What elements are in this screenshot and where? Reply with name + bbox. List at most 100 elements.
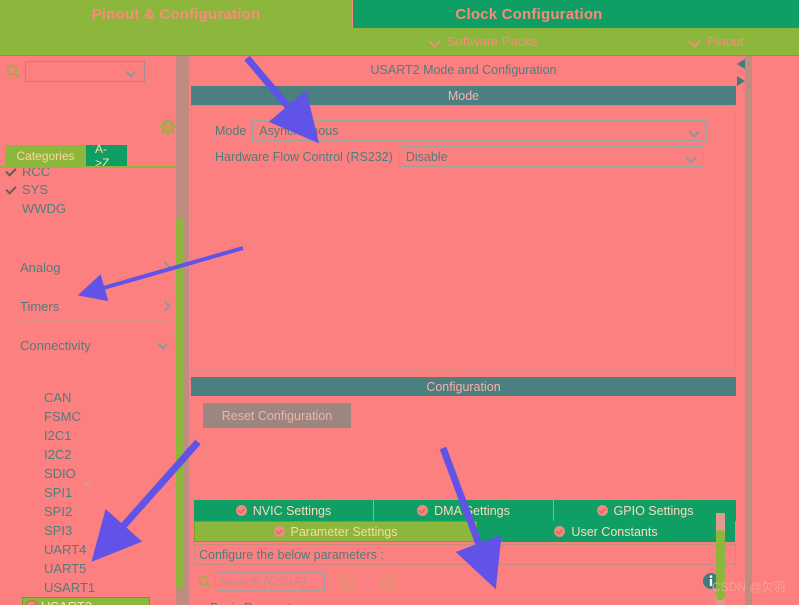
field-row-mode: Mode Asynchronous (215, 120, 708, 141)
check-circle-icon (596, 505, 608, 516)
peripheral-spi3[interactable]: SPI3 (25, 521, 155, 540)
tree-group-timers[interactable]: Timers (20, 292, 170, 321)
panel-title-label: USART2 Mode and Configuration (370, 63, 557, 77)
segment-categories[interactable]: Categories (5, 145, 86, 166)
peripheral-uart5-label: UART5 (44, 561, 87, 576)
peripheral-i2c1-label: I2C1 (44, 428, 72, 443)
peripheral-fsmc[interactable]: FSMC (25, 407, 155, 426)
tab-clock-configuration-label: Clock Configuration (455, 5, 603, 23)
main-tab-strip: Pinout & Configuration Clock Configurati… (0, 0, 799, 28)
mode-select-value: Asynchronous (259, 123, 339, 138)
search-combo-input[interactable] (25, 61, 145, 82)
parameter-group-basic-parameters[interactable]: Basic Parameters (194, 599, 736, 605)
hardware-flow-control-select[interactable]: Disable (398, 146, 704, 167)
reset-configuration-label: Reset Configuration (221, 408, 333, 423)
tab-nvic-settings-label: NVIC Settings (252, 503, 332, 518)
gear-icon[interactable] (159, 118, 177, 136)
peripheral-usart2-label: USART2 (41, 599, 92, 605)
collapse-right-arrow-icon[interactable] (736, 75, 746, 87)
chevron-right-circle-icon[interactable] (381, 574, 397, 590)
peripheral-i2c2-label: I2C2 (44, 447, 72, 462)
chevron-down-icon (690, 36, 701, 47)
peripheral-tree: RCC SYS WWDG Analog Timers Connectivity (0, 168, 180, 605)
check-icon (0, 168, 22, 177)
reset-configuration-button[interactable]: Reset Configuration (203, 403, 351, 428)
collapse-left-arrow-icon[interactable] (736, 58, 746, 70)
tab-dma-settings-label: DMA Settings (434, 503, 510, 518)
check-circle-icon (554, 526, 566, 537)
chevron-right-icon (160, 301, 170, 311)
peripheral-sdio[interactable]: SDIO (25, 464, 155, 483)
tab-dma-settings[interactable]: DMA Settings (374, 500, 554, 521)
mode-field-label: Mode (215, 123, 247, 138)
configuration-section-header: Configuration (191, 377, 736, 396)
tree-group-analog[interactable]: Analog (20, 253, 170, 282)
mode-select[interactable]: Asynchronous (252, 120, 708, 141)
tab-parameter-settings[interactable]: Parameter Settings (194, 521, 477, 542)
peripheral-tree-panel: Categories A->Z RCC SYS WWDG Analog Time… (0, 56, 187, 605)
peripheral-uart5[interactable]: UART5 (25, 559, 155, 578)
watermark: CSDN @欠羽 (712, 580, 786, 594)
tree-group-analog-label: Analog (20, 259, 61, 275)
left-panel-scrollbar-thumb[interactable] (176, 218, 184, 589)
mode-section-body (191, 105, 736, 371)
tab-parameter-settings-label: Parameter Settings (290, 524, 398, 539)
peripheral-usart1[interactable]: USART1 (25, 578, 155, 597)
configure-note-label: Configure the below parameters : (199, 547, 384, 562)
chevron-down-icon (158, 340, 170, 350)
tab-clock-configuration[interactable]: Clock Configuration (352, 0, 706, 28)
secondary-bar: Software Packs Pinout (0, 28, 799, 56)
tab-pinout-configuration-label: Pinout & Configuration (91, 5, 261, 23)
chevron-down-icon (430, 36, 441, 47)
peripheral-spi1-label: SPI1 (44, 485, 73, 500)
parameter-search-placeholder: Search (Ctrl+F) (220, 574, 306, 589)
peripheral-spi3-label: SPI3 (44, 523, 73, 538)
tab-extra[interactable] (704, 0, 799, 28)
tree-item-sys[interactable]: SYS (0, 180, 48, 198)
peripheral-uart4-label: UART4 (44, 542, 87, 557)
field-row-hardware-flow-control: Hardware Flow Control (RS232) Disable (215, 146, 704, 167)
peripheral-usart2[interactable]: USART2 (22, 597, 150, 605)
search-icon[interactable] (198, 575, 212, 589)
peripheral-sdio-label: SDIO (44, 466, 76, 481)
check-circle-icon (417, 505, 429, 516)
tree-item-wwdg[interactable]: WWDG (0, 199, 66, 217)
segment-categories-label: Categories (16, 148, 75, 163)
configuration-panel: USART2 Mode and Configuration Mode Mode … (189, 56, 799, 605)
search-icon[interactable] (6, 64, 21, 79)
tab-nvic-settings[interactable]: NVIC Settings (194, 500, 374, 521)
tree-group-connectivity[interactable]: Connectivity (20, 331, 170, 360)
peripheral-spi2[interactable]: SPI2 (25, 502, 155, 521)
peripheral-spi1[interactable]: SPI1 (25, 483, 155, 502)
tab-user-constants[interactable]: User Constants (477, 521, 736, 542)
tree-item-wwdg-label: WWDG (22, 200, 67, 216)
peripheral-i2c2[interactable]: I2C2 (25, 445, 155, 464)
tab-pinout-configuration[interactable]: Pinout & Configuration (0, 0, 352, 28)
software-packs-label: Software Packs (447, 34, 538, 49)
configure-note: Configure the below parameters : (194, 544, 736, 565)
panel-splitter-right[interactable] (745, 56, 752, 605)
segment-a-to-z[interactable]: A->Z (86, 142, 127, 170)
chevron-right-icon (160, 262, 170, 272)
tab-user-constants-label: User Constants (571, 524, 658, 539)
chevron-down-icon (127, 68, 136, 77)
tree-item-sys-label: SYS (22, 181, 49, 197)
parameter-search-input[interactable]: Search (Ctrl+F) (215, 572, 325, 591)
peripheral-i2c1[interactable]: I2C1 (25, 426, 155, 445)
tab-gpio-settings[interactable]: GPIO Settings (554, 500, 736, 521)
peripheral-can-label: CAN (44, 390, 72, 405)
mode-section-header: Mode (191, 86, 736, 105)
peripheral-uart4[interactable]: UART4 (25, 540, 155, 559)
parameter-search-row: Search (Ctrl+F) (194, 569, 736, 595)
pinout-menu[interactable]: Pinout (690, 28, 744, 55)
chevron-left-circle-icon[interactable] (339, 574, 355, 590)
tree-group-timers-label: Timers (20, 298, 60, 314)
tree-item-rcc[interactable]: RCC (0, 168, 50, 180)
configuration-section-header-label: Configuration (426, 379, 501, 394)
software-packs-menu[interactable]: Software Packs (430, 28, 537, 55)
panel-title: USART2 Mode and Configuration (191, 60, 736, 80)
peripheral-can[interactable]: CAN (25, 388, 155, 407)
hardware-flow-control-label: Hardware Flow Control (RS232) (215, 149, 393, 164)
tree-group-connectivity-label: Connectivity (20, 337, 91, 353)
tree-item-rcc-label: RCC (22, 168, 51, 179)
